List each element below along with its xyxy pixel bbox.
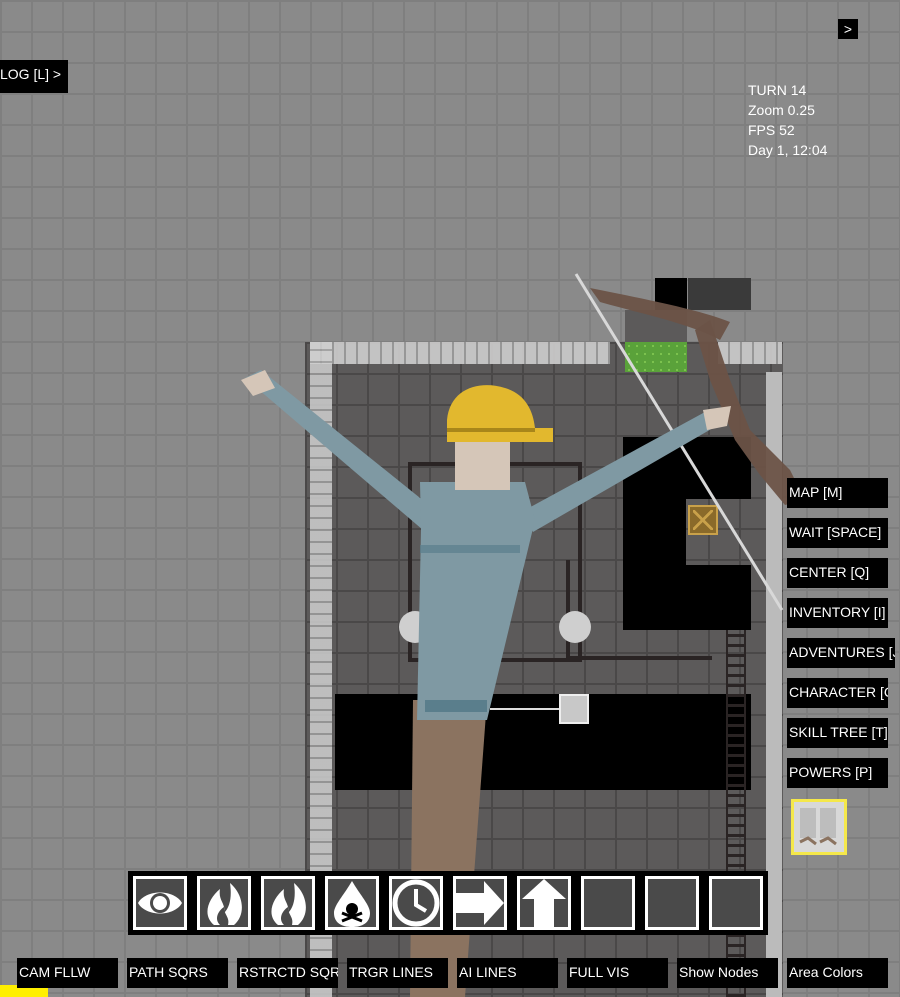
inventory-button[interactable]: INVENTORY [I]	[787, 598, 888, 628]
hotbar-slot-9[interactable]	[645, 876, 699, 930]
eye-icon	[138, 892, 182, 914]
hotbar-slot-10[interactable]	[709, 876, 763, 930]
trigger-lines-button[interactable]: TRGR LINES	[347, 958, 448, 988]
hotbar-slot-1[interactable]	[133, 876, 187, 930]
full-vis-button[interactable]: FULL VIS	[567, 958, 668, 988]
hud-status: TURN 14 Zoom 0.25 FPS 52 Day 1, 12:04	[748, 80, 827, 160]
show-nodes-button[interactable]: Show Nodes	[677, 958, 778, 988]
hotbar-slot-3[interactable]	[261, 876, 315, 930]
hotbar-slot-7[interactable]	[517, 876, 571, 930]
cam-follow-button[interactable]: CAM FLLW	[17, 958, 118, 988]
hotbar-slot-5[interactable]	[389, 876, 443, 930]
area-colors-button[interactable]: Area Colors	[787, 958, 888, 988]
hotbar-slot-4[interactable]	[325, 876, 379, 930]
adventures-button[interactable]: ADVENTURES [J]	[787, 638, 895, 668]
hotbar	[128, 871, 768, 935]
hotbar-slot-6[interactable]	[453, 876, 507, 930]
path-squares-button[interactable]: PATH SQRS	[127, 958, 228, 988]
character-button[interactable]: CHARACTER [C]	[787, 678, 888, 708]
arrow-up-icon	[522, 879, 566, 927]
ai-lines-button[interactable]: AI LINES	[457, 958, 558, 988]
clock-icon	[392, 879, 440, 927]
hotbar-slot-2[interactable]	[197, 876, 251, 930]
skill-tree-button[interactable]: SKILL TREE [T]	[787, 718, 888, 748]
center-button[interactable]: CENTER [Q]	[787, 558, 888, 588]
fire-icon	[207, 883, 242, 925]
equipped-item-slot[interactable]	[791, 799, 847, 855]
wait-button[interactable]: WAIT [SPACE]	[787, 518, 888, 548]
arrow-right-icon	[456, 881, 504, 925]
log-toggle-button[interactable]: LOG [L] >	[0, 60, 68, 93]
fire-icon	[271, 883, 306, 925]
fps-counter: FPS 52	[748, 122, 795, 138]
restricted-squares-button[interactable]: RSTRCTD SQRS	[237, 958, 338, 988]
hotbar-slot-8[interactable]	[581, 876, 635, 930]
map-button[interactable]: MAP [M]	[787, 478, 888, 508]
zoom-level: Zoom 0.25	[748, 102, 815, 118]
poison-drop-icon	[334, 881, 370, 927]
boots-icon	[799, 808, 837, 846]
game-time: Day 1, 12:04	[748, 142, 828, 158]
top-right-toggle-button[interactable]: >	[838, 19, 858, 39]
turn-counter: TURN 14	[748, 82, 807, 98]
powers-button[interactable]: POWERS [P]	[787, 758, 888, 788]
